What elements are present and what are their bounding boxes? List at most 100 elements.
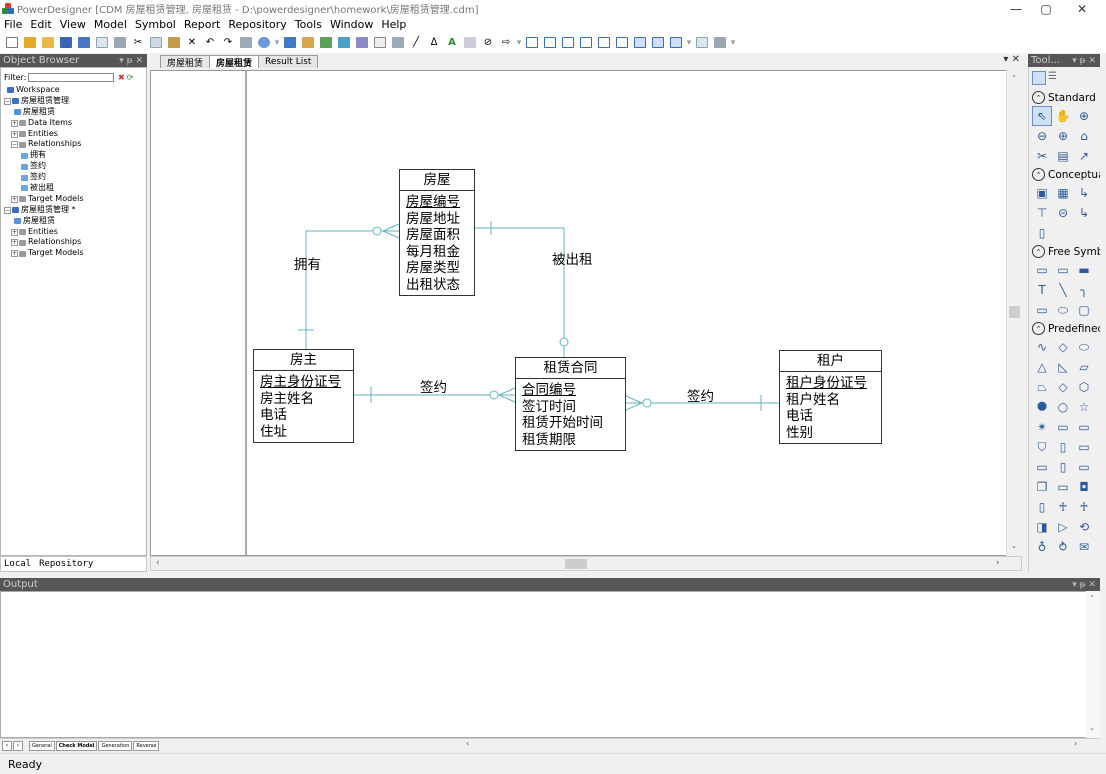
link-icon[interactable]: ⊘ xyxy=(480,35,496,51)
plate-shape-icon[interactable]: ✴ xyxy=(1032,417,1052,437)
frame-shape-icon[interactable]: ▭ xyxy=(1074,457,1094,477)
star-shape-icon[interactable]: ⯃ xyxy=(1032,397,1052,417)
tree-item[interactable]: + Data Items xyxy=(1,118,146,129)
window-shape-icon[interactable]: ⥁ xyxy=(1053,537,1073,557)
tree-item[interactable]: − 房屋租赁管理 xyxy=(1,96,146,107)
tree-item[interactable]: 签约 xyxy=(1,172,146,183)
toolbox-group-conceptual[interactable]: ⌃Conceptual xyxy=(1029,166,1100,183)
trapezoid-shape-icon[interactable]: ◺ xyxy=(1053,357,1073,377)
folder-shape-icon[interactable]: ♰ xyxy=(1053,497,1073,517)
parallelogram-shape-icon[interactable]: △ xyxy=(1032,357,1052,377)
entity-tenant[interactable]: 租户 租户身份证号 租户姓名 电话 性别 xyxy=(779,350,882,444)
arc-tool-icon[interactable]: T xyxy=(1032,280,1052,300)
diagram-canvas[interactable]: 房屋 房屋编号 房屋地址 房屋面积 每月租金 房屋类型 出租状态 房主 房主身份… xyxy=(150,70,1022,556)
association-tool-icon[interactable]: ⊝ xyxy=(1053,203,1073,223)
cylinder-shape-icon[interactable]: ▭ xyxy=(1053,477,1073,497)
print-diagram-icon[interactable] xyxy=(712,35,728,51)
model-icon[interactable] xyxy=(282,35,298,51)
align-right-icon[interactable] xyxy=(560,35,576,51)
new-icon[interactable] xyxy=(4,35,20,51)
pill-shape-icon[interactable]: ∿ xyxy=(1032,337,1052,357)
generate-icon[interactable] xyxy=(318,35,334,51)
tab-diagram-1[interactable]: 房屋租赁 xyxy=(160,55,211,69)
save-icon[interactable] xyxy=(58,35,74,51)
hexagon-shape-icon[interactable]: ⏢ xyxy=(1032,377,1052,397)
delete-tool-icon[interactable]: ✂ xyxy=(1032,146,1052,166)
arrow-shape-icon[interactable]: ♰ xyxy=(1074,497,1094,517)
scroll-left-icon[interactable]: ‹ xyxy=(156,558,160,568)
collapse-group-icon[interactable]: ⌃ xyxy=(1032,322,1045,335)
object-browser-controls[interactable]: ▾ ᵽ ✕ xyxy=(119,56,143,66)
tab-next-icon[interactable]: › xyxy=(13,740,23,751)
link-tool-icon[interactable]: ↗ xyxy=(1074,146,1094,166)
paste-tool-icon[interactable]: ▤ xyxy=(1053,146,1073,166)
scroll-thumb[interactable] xyxy=(1009,306,1020,318)
menu-symbol[interactable]: Symbol xyxy=(135,18,176,31)
apply-filter-icon[interactable]: ⟳ xyxy=(127,73,134,82)
tree-item[interactable]: + Relationships xyxy=(1,237,146,248)
inheritance-tool-icon[interactable]: ⊤ xyxy=(1032,203,1052,223)
relationship-rented-label[interactable]: 被出租 xyxy=(552,248,593,268)
menu-help[interactable]: Help xyxy=(381,18,406,31)
letter-shape-icon[interactable]: ♁ xyxy=(1032,537,1052,557)
zoom-icon[interactable] xyxy=(694,35,710,51)
screen-shape-icon[interactable]: ✉ xyxy=(1074,537,1094,557)
collapse-icon[interactable]: − xyxy=(4,97,11,105)
tab-diagram-2[interactable]: 房屋租赁 xyxy=(209,55,260,69)
open-package-tool-icon[interactable]: ⊕ xyxy=(1053,126,1073,146)
tree-item[interactable]: − Relationships xyxy=(1,139,146,150)
compare-icon[interactable] xyxy=(354,35,370,51)
tree-item[interactable]: + Target Models xyxy=(1,248,146,259)
tree-item[interactable]: + Entities xyxy=(1,129,146,140)
paste-icon[interactable] xyxy=(166,35,182,51)
icon-view-icon[interactable] xyxy=(1032,71,1046,85)
new-model-icon[interactable] xyxy=(22,35,38,51)
menu-repository[interactable]: Repository xyxy=(228,18,287,31)
canvas-vertical-scrollbar[interactable]: ⌃ ⌄ xyxy=(1006,70,1022,556)
layout-icon[interactable] xyxy=(632,35,648,51)
text-color-icon[interactable]: A xyxy=(444,35,460,51)
expand-icon[interactable]: + xyxy=(11,195,18,203)
undo-icon[interactable]: ↶ xyxy=(202,35,218,51)
tree-item[interactable]: 被出租 xyxy=(1,183,146,194)
canvas-horizontal-scrollbar[interactable]: ‹ › xyxy=(150,556,1022,571)
tab-shape-icon[interactable]: ▯ xyxy=(1053,437,1073,457)
tree-item[interactable]: 房屋租赁 xyxy=(1,107,146,118)
group-icon[interactable] xyxy=(650,35,666,51)
association-link-tool-icon[interactable]: ↳ xyxy=(1074,203,1094,223)
open-icon[interactable] xyxy=(40,35,56,51)
tab-general[interactable]: General xyxy=(29,740,55,751)
menu-window[interactable]: Window xyxy=(330,18,373,31)
tab-result-list[interactable]: Result List xyxy=(258,55,319,68)
copy-icon[interactable] xyxy=(148,35,164,51)
shield-shape-icon[interactable]: ▭ xyxy=(1053,417,1073,437)
actor2-shape-icon[interactable]: ▯ xyxy=(1032,497,1052,517)
merge-icon[interactable] xyxy=(372,35,388,51)
properties-icon[interactable] xyxy=(238,35,254,51)
rounded-rect-tool-icon[interactable]: ▭ xyxy=(1032,300,1052,320)
save-all-icon[interactable] xyxy=(76,35,92,51)
toolbox-controls[interactable]: ▾ ᵽ ✕ xyxy=(1072,56,1096,66)
report-icon[interactable] xyxy=(390,35,406,51)
expand-icon[interactable]: + xyxy=(11,250,18,258)
print-icon[interactable] xyxy=(112,35,128,51)
format-icon[interactable] xyxy=(462,35,478,51)
output-horizontal-scrollbar[interactable]: ‹ › xyxy=(462,739,1082,751)
relationship-tool-icon[interactable]: ↳ xyxy=(1074,183,1094,203)
expand-icon[interactable]: + xyxy=(11,228,18,236)
collapse-icon[interactable]: − xyxy=(11,141,18,149)
expand-icon[interactable]: + xyxy=(11,119,18,127)
grabber-tool-icon[interactable]: ✋ xyxy=(1053,106,1073,126)
scroll-up-icon[interactable]: ⌃ xyxy=(1011,74,1017,82)
restore-button[interactable]: ▢ xyxy=(1028,0,1064,17)
menu-view[interactable]: View xyxy=(60,18,86,31)
note-tool-icon[interactable]: ▭ xyxy=(1032,260,1052,280)
menu-edit[interactable]: Edit xyxy=(30,18,51,31)
callout-shape-icon[interactable]: ▷ xyxy=(1053,517,1073,537)
menu-model[interactable]: Model xyxy=(94,18,127,31)
text-tool-icon[interactable]: ▭ xyxy=(1053,260,1073,280)
tree-item[interactable]: Workspace xyxy=(1,85,146,96)
redo-icon[interactable]: ↷ xyxy=(220,35,236,51)
collapse-icon[interactable]: − xyxy=(4,206,11,214)
align-left-icon[interactable] xyxy=(524,35,540,51)
